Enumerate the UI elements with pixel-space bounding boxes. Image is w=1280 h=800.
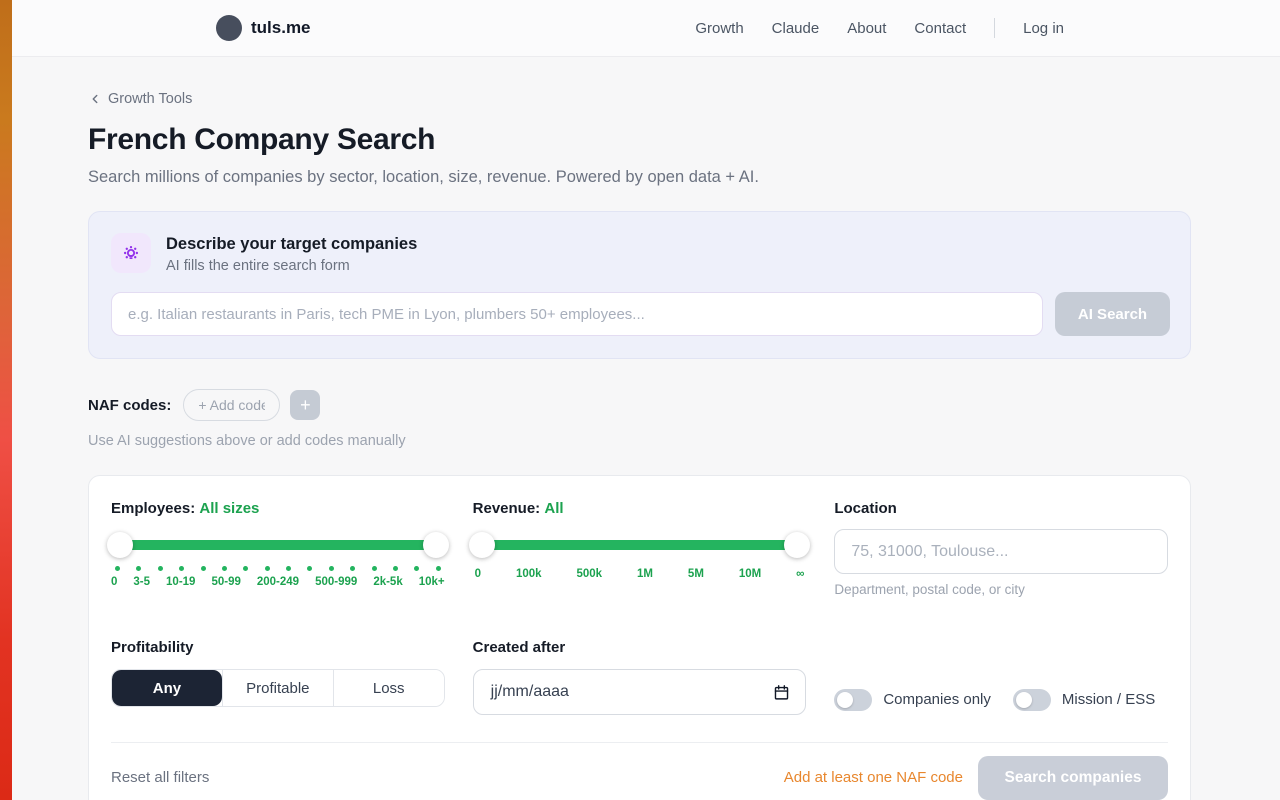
- naf-helper-text: Use AI suggestions above or add codes ma…: [88, 433, 1191, 449]
- employees-value: All sizes: [199, 500, 259, 517]
- employees-slider-handle-max[interactable]: [423, 532, 449, 558]
- ai-search-button[interactable]: AI Search: [1055, 292, 1170, 336]
- ai-search-input[interactable]: [111, 292, 1043, 336]
- naf-add-button[interactable]: +: [290, 390, 320, 420]
- ai-card-subtitle: AI fills the entire search form: [166, 258, 417, 274]
- employees-slider-handle-min[interactable]: [107, 532, 133, 558]
- page-subtitle: Search millions of companies by sector, …: [88, 168, 1191, 187]
- employees-slider-fill: [121, 540, 435, 550]
- profitability-filter: Profitability Any Profitable Loss: [111, 639, 445, 715]
- location-filter: Location Department, postal code, or cit…: [834, 500, 1168, 597]
- chevron-left-icon: [88, 92, 102, 106]
- created-after-date-input[interactable]: jj/mm/aaaa: [473, 669, 807, 715]
- mission-ess-label: Mission / ESS: [1062, 691, 1155, 708]
- created-after-label: Created after: [473, 639, 807, 656]
- profitability-label: Profitability: [111, 639, 445, 656]
- revenue-label: Revenue: All: [473, 500, 807, 517]
- companies-only-toggle[interactable]: [834, 689, 872, 711]
- nav-divider: [994, 18, 995, 38]
- top-header: tuls.me Growth Claude About Contact Log …: [0, 0, 1280, 57]
- breadcrumb-back[interactable]: Growth Tools: [88, 91, 1191, 107]
- search-companies-button[interactable]: Search companies: [978, 756, 1168, 800]
- nav-link-contact[interactable]: Contact: [914, 20, 966, 37]
- accent-edge-strip: [0, 0, 12, 800]
- revenue-slider: [473, 533, 807, 557]
- filters-card: Employees: All sizes 0 3-5 10-19 50-99: [88, 475, 1191, 800]
- location-label: Location: [834, 500, 1168, 517]
- ai-card-title: Describe your target companies: [166, 233, 417, 254]
- revenue-slider-handle-max[interactable]: [784, 532, 810, 558]
- naf-add-code-input[interactable]: [183, 389, 280, 421]
- toggle-knob: [1016, 692, 1032, 708]
- employees-slider: [111, 533, 445, 557]
- revenue-slider-handle-min[interactable]: [469, 532, 495, 558]
- employees-filter: Employees: All sizes 0 3-5 10-19 50-99: [111, 500, 445, 597]
- employees-slider-ticks: 0 3-5 10-19 50-99 200-249 500-999 2k-5k …: [111, 576, 445, 588]
- location-helper: Department, postal code, or city: [834, 582, 1168, 597]
- calendar-icon[interactable]: [773, 684, 790, 701]
- revenue-value: All: [544, 500, 563, 517]
- login-link[interactable]: Log in: [1023, 20, 1064, 37]
- employees-slider-dots: [111, 566, 445, 571]
- revenue-slider-fill: [483, 540, 797, 550]
- companies-only-label: Companies only: [883, 691, 991, 708]
- employees-label: Employees: All sizes: [111, 500, 445, 517]
- profitability-option-loss[interactable]: Loss: [333, 670, 444, 706]
- card-footer: Reset all filters Add at least one NAF c…: [111, 743, 1168, 800]
- logo-circle-icon: [216, 15, 242, 41]
- main-nav: Growth Claude About Contact Log in: [695, 18, 1064, 38]
- mission-ess-toggle[interactable]: [1013, 689, 1051, 711]
- naf-codes-label: NAF codes:: [88, 397, 171, 414]
- reset-filters-link[interactable]: Reset all filters: [111, 769, 209, 786]
- toggle-knob: [837, 692, 853, 708]
- nav-link-claude[interactable]: Claude: [772, 20, 820, 37]
- breadcrumb-label: Growth Tools: [108, 91, 192, 107]
- lightbulb-icon: [111, 233, 151, 273]
- ai-search-card: Describe your target companies AI fills …: [88, 211, 1191, 359]
- page-title: French Company Search: [88, 123, 1191, 157]
- created-after-filter: Created after jj/mm/aaaa: [473, 639, 807, 715]
- naf-warning-text: Add at least one NAF code: [784, 769, 963, 786]
- profitability-option-any[interactable]: Any: [112, 670, 222, 706]
- brand-name: tuls.me: [251, 18, 311, 38]
- profitability-segmented-control: Any Profitable Loss: [111, 669, 445, 707]
- nav-link-about[interactable]: About: [847, 20, 886, 37]
- profitability-option-profitable[interactable]: Profitable: [222, 670, 333, 706]
- brand-logo[interactable]: tuls.me: [216, 15, 311, 41]
- revenue-slider-ticks: 0 100k 500k 1M 5M 10M ∞: [473, 568, 807, 580]
- revenue-filter: Revenue: All 0 100k 500k 1M 5M 10M ∞: [473, 500, 807, 597]
- location-input[interactable]: [834, 529, 1168, 574]
- nav-link-growth[interactable]: Growth: [695, 20, 743, 37]
- date-placeholder: jj/mm/aaaa: [491, 683, 569, 701]
- toggle-filters: Companies only Mission / ESS: [834, 684, 1168, 715]
